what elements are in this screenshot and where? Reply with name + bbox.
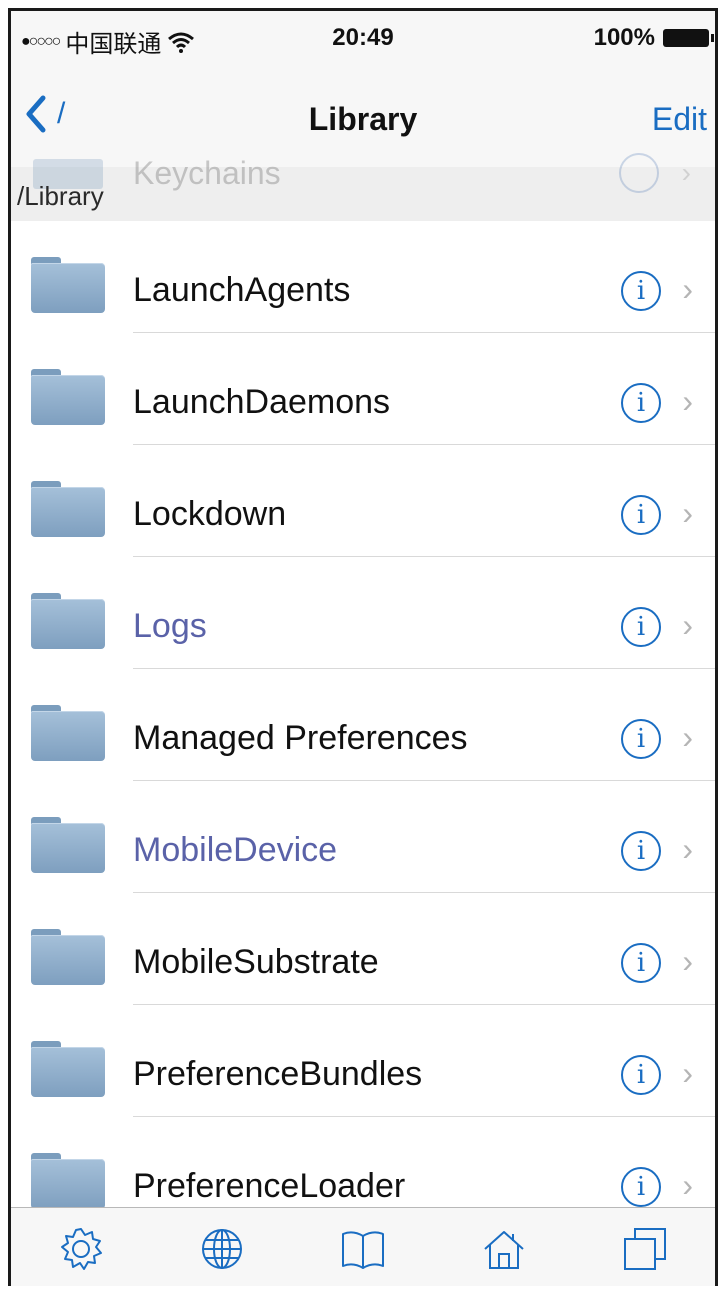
list-item[interactable]: Logs i › — [11, 557, 715, 669]
settings-button[interactable] — [11, 1208, 152, 1286]
file-name: MobileSubstrate — [133, 943, 379, 981]
list-item[interactable]: LaunchAgents i › — [11, 221, 715, 333]
book-icon — [341, 1231, 384, 1269]
path-bar: Keychains › /Library — [11, 153, 715, 221]
page-title: Library — [308, 101, 418, 137]
edit-button[interactable]: Edit — [652, 101, 707, 138]
chevron-right-icon: › — [682, 1055, 693, 1091]
list-item[interactable]: MobileDevice i › — [11, 781, 715, 893]
windows-button[interactable] — [574, 1208, 715, 1286]
file-name: PreferenceLoader — [133, 1167, 406, 1205]
battery-icon — [663, 29, 714, 47]
chevron-right-icon: › — [682, 271, 693, 307]
hidden-list-item: Keychains › — [11, 153, 715, 213]
back-label: / — [57, 97, 66, 130]
info-icon[interactable]: i — [621, 607, 661, 647]
list-item[interactable]: Managed Preferences i › — [11, 669, 715, 781]
status-time: 20:49 — [332, 24, 394, 51]
info-icon[interactable]: i — [621, 1167, 661, 1207]
current-path: /Library — [17, 181, 104, 211]
folder-icon — [31, 1153, 105, 1207]
back-button[interactable]: / — [25, 95, 65, 133]
chevron-right-icon: › — [682, 607, 693, 643]
chevron-right-icon: › — [682, 719, 693, 755]
list-item[interactable]: Lockdown i › — [11, 445, 715, 557]
info-icon[interactable]: i — [621, 383, 661, 423]
chevron-right-icon: › — [682, 383, 693, 419]
carrier-name: 中国联通 — [65, 31, 162, 58]
file-name: LaunchDaemons — [133, 383, 391, 421]
list-item[interactable]: MobileSubstrate i › — [11, 893, 715, 1005]
folder-icon — [31, 817, 105, 873]
gear-icon — [61, 1228, 103, 1270]
file-name: PreferenceBundles — [133, 1055, 423, 1093]
info-icon[interactable]: i — [621, 271, 661, 311]
info-icon[interactable]: i — [621, 1055, 661, 1095]
folder-icon — [31, 1041, 105, 1097]
globe-icon — [202, 1229, 243, 1269]
battery-status: 100% — [593, 24, 714, 52]
file-name: Managed Preferences — [133, 719, 468, 757]
status-bar: ●○○○○ 中国联通 20:49 100% — [11, 11, 715, 69]
list-item[interactable]: LaunchDaemons i › — [11, 333, 715, 445]
back-chevron-icon — [26, 95, 46, 133]
chevron-right-icon: › — [681, 157, 691, 188]
bottom-toolbar — [11, 1207, 715, 1286]
list-item[interactable]: PreferenceBundles i › — [11, 1005, 715, 1117]
file-list[interactable]: LaunchAgents i › LaunchDaemons i › Lockd… — [11, 221, 715, 1207]
hidden-file-name: Keychains — [133, 155, 281, 191]
file-name: Lockdown — [133, 495, 287, 533]
file-name: MobileDevice — [133, 831, 338, 869]
home-button[interactable] — [433, 1208, 574, 1286]
file-name: Logs — [133, 607, 207, 645]
info-icon[interactable]: i — [621, 495, 661, 535]
chevron-right-icon: › — [682, 495, 693, 531]
wifi-icon — [168, 32, 195, 53]
folder-icon — [31, 369, 105, 425]
chevron-right-icon: › — [682, 831, 693, 867]
carrier-info: ●○○○○ 中国联通 — [21, 24, 195, 59]
info-icon[interactable]: i — [621, 943, 661, 983]
battery-percent: 100% — [593, 24, 655, 51]
folder-icon — [31, 481, 105, 537]
folder-icon — [31, 257, 105, 313]
windows-icon — [623, 1228, 666, 1270]
chevron-right-icon: › — [682, 1167, 693, 1203]
app-screen: ●○○○○ 中国联通 20:49 100% / Library Edit Key… — [8, 8, 718, 1286]
file-name: LaunchAgents — [133, 271, 351, 309]
info-icon — [619, 153, 659, 193]
folder-icon — [31, 593, 105, 649]
folder-icon — [31, 929, 105, 985]
info-icon[interactable]: i — [621, 719, 661, 759]
bookmarks-button[interactable] — [293, 1208, 434, 1286]
web-button[interactable] — [152, 1208, 293, 1286]
home-icon — [484, 1231, 524, 1269]
info-icon[interactable]: i — [621, 831, 661, 871]
signal-strength-icon: ●○○○○ — [21, 32, 61, 50]
chevron-right-icon: › — [682, 943, 693, 979]
folder-icon — [31, 705, 105, 761]
list-item[interactable]: PreferenceLoader i › — [11, 1117, 715, 1207]
